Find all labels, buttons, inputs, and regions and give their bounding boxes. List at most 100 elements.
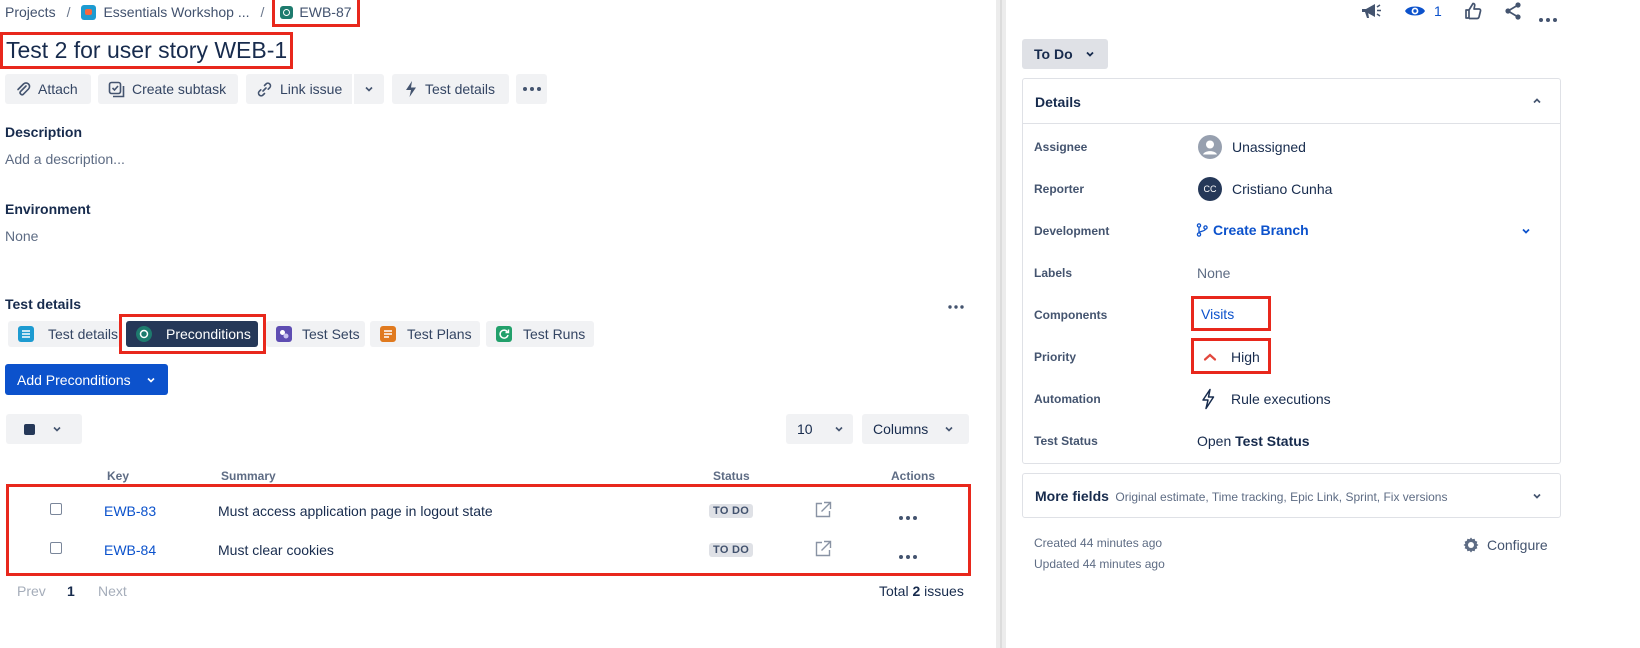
reporter-field[interactable]: CC Cristiano Cunha [1198,177,1332,201]
project-icon [81,4,97,20]
row-actions-button[interactable] [899,507,917,525]
link-issue-dropdown[interactable] [354,74,384,104]
watch-button[interactable]: 1 [1404,2,1442,20]
row-checkbox[interactable] [50,503,62,515]
tab-test-plans[interactable]: Test Plans [370,321,480,347]
thumbs-up-icon [1465,2,1482,20]
test-details-heading: Test details [5,296,81,312]
details-title: Details [1035,94,1081,110]
automation-field[interactable]: Rule executions [1200,388,1331,410]
tab-label: Test Sets [302,326,360,342]
total-count: 2 [912,583,921,599]
external-link-icon [815,501,832,518]
chevron-down-icon[interactable] [1520,225,1532,237]
more-actions-button[interactable] [1539,9,1557,27]
more-icon [899,516,917,520]
status-badge: TO DO [709,504,754,518]
attach-button[interactable]: Attach [5,74,91,104]
open-issue-button[interactable] [814,540,832,563]
breadcrumb: Projects / Essentials Workshop ... / EWB… [5,0,360,27]
link-icon [257,81,272,97]
chevron-down-icon [53,426,61,432]
avatar: CC [1198,177,1222,201]
page-size-value: 10 [797,421,813,437]
breadcrumb-separator: / [260,4,265,20]
breadcrumb-issue[interactable]: EWB-87 [272,0,360,27]
chevron-down-icon [835,426,843,432]
test-status-bold: Test Status [1235,433,1310,449]
test-details-button[interactable]: Test details [392,74,509,104]
more-actions-button[interactable] [516,74,547,104]
list-icon [18,326,34,342]
description-field[interactable]: Add a description... [5,151,125,167]
create-subtask-button[interactable]: Create subtask [98,74,238,104]
columns-label: Columns [873,421,929,437]
page-size-select[interactable]: 10 [786,414,853,444]
tab-test-sets[interactable]: Test Sets [266,321,365,347]
description-label: Description [5,124,83,140]
row-key-link[interactable]: EWB-83 [104,503,156,519]
column-header-summary[interactable]: Summary [221,469,276,483]
test-run-icon [496,326,512,342]
total-issues: Total 2 issues [879,583,964,599]
row-summary: Must access application page in logout s… [218,503,493,519]
environment-field[interactable]: None [5,228,38,244]
avatar-icon [1198,135,1222,159]
development-label: Development [1034,224,1110,238]
row-checkbox[interactable] [50,542,62,554]
create-subtask-label: Create subtask [132,81,227,97]
breadcrumb-projects[interactable]: Projects [5,4,56,20]
like-button[interactable] [1463,1,1483,26]
issue-title[interactable]: Test 2 for user story WEB-1 [0,32,294,69]
column-header-key[interactable]: Key [107,469,129,483]
chevron-down-icon [1533,493,1541,499]
row-key-link[interactable]: EWB-84 [104,542,156,558]
more-fields-panel[interactable]: More fields Original estimate, Time trac… [1022,473,1561,518]
tab-test-details[interactable]: Test details [8,321,120,347]
test-details-more-button[interactable] [948,296,964,314]
add-preconditions-button[interactable]: Add Preconditions [5,364,168,395]
row-actions-button[interactable] [899,546,917,564]
current-page[interactable]: 1 [67,583,75,599]
tab-label: Test Runs [523,326,586,342]
automation-value: Rule executions [1231,391,1331,407]
share-button[interactable] [1503,1,1523,26]
development-value: Create Branch [1213,222,1309,238]
more-icon [522,87,541,91]
row-summary: Must clear cookies [218,542,334,558]
assignee-field[interactable]: Unassigned [1198,135,1306,159]
priority-field[interactable]: High [1203,349,1260,365]
preconditions-highlight: Preconditions [119,314,266,354]
labels-field[interactable]: None [1197,265,1230,281]
status-transition-button[interactable]: To Do [1022,39,1108,69]
assignee-label: Assignee [1034,140,1088,154]
create-branch-link[interactable]: Create Branch [1196,222,1309,238]
column-header-status[interactable]: Status [713,469,750,483]
table-row: EWB-84 Must clear cookies TO DO [9,530,968,568]
more-fields-label: More fields [1035,488,1109,504]
open-issue-button[interactable] [814,501,832,524]
column-header-actions: Actions [891,469,936,483]
components-value[interactable]: Visits [1201,306,1234,322]
checkbox-icon [24,423,35,435]
configure-label: Configure [1487,537,1548,553]
bulk-select-dropdown[interactable] [6,414,82,444]
next-page-button[interactable]: Next [98,583,127,599]
feedback-button[interactable] [1360,1,1382,26]
tab-preconditions[interactable]: Preconditions [126,321,258,347]
configure-button[interactable]: Configure [1462,536,1548,554]
columns-button[interactable]: Columns [862,414,969,444]
link-issue-button[interactable]: Link issue [246,74,352,104]
attach-label: Attach [38,81,78,97]
breadcrumb-separator: / [66,4,71,20]
panel-resize-handle[interactable] [996,0,1006,648]
test-status-field[interactable]: Open Test Status [1197,433,1310,449]
details-header[interactable]: Details [1023,79,1560,124]
total-prefix: Total [879,583,909,599]
lightning-icon [406,81,416,97]
tab-test-runs[interactable]: Test Runs [486,321,594,347]
breadcrumb-project[interactable]: Essentials Workshop ... [103,4,249,20]
more-icon [948,305,964,309]
chevron-up-icon[interactable] [1531,95,1543,107]
prev-page-button[interactable]: Prev [17,583,46,599]
